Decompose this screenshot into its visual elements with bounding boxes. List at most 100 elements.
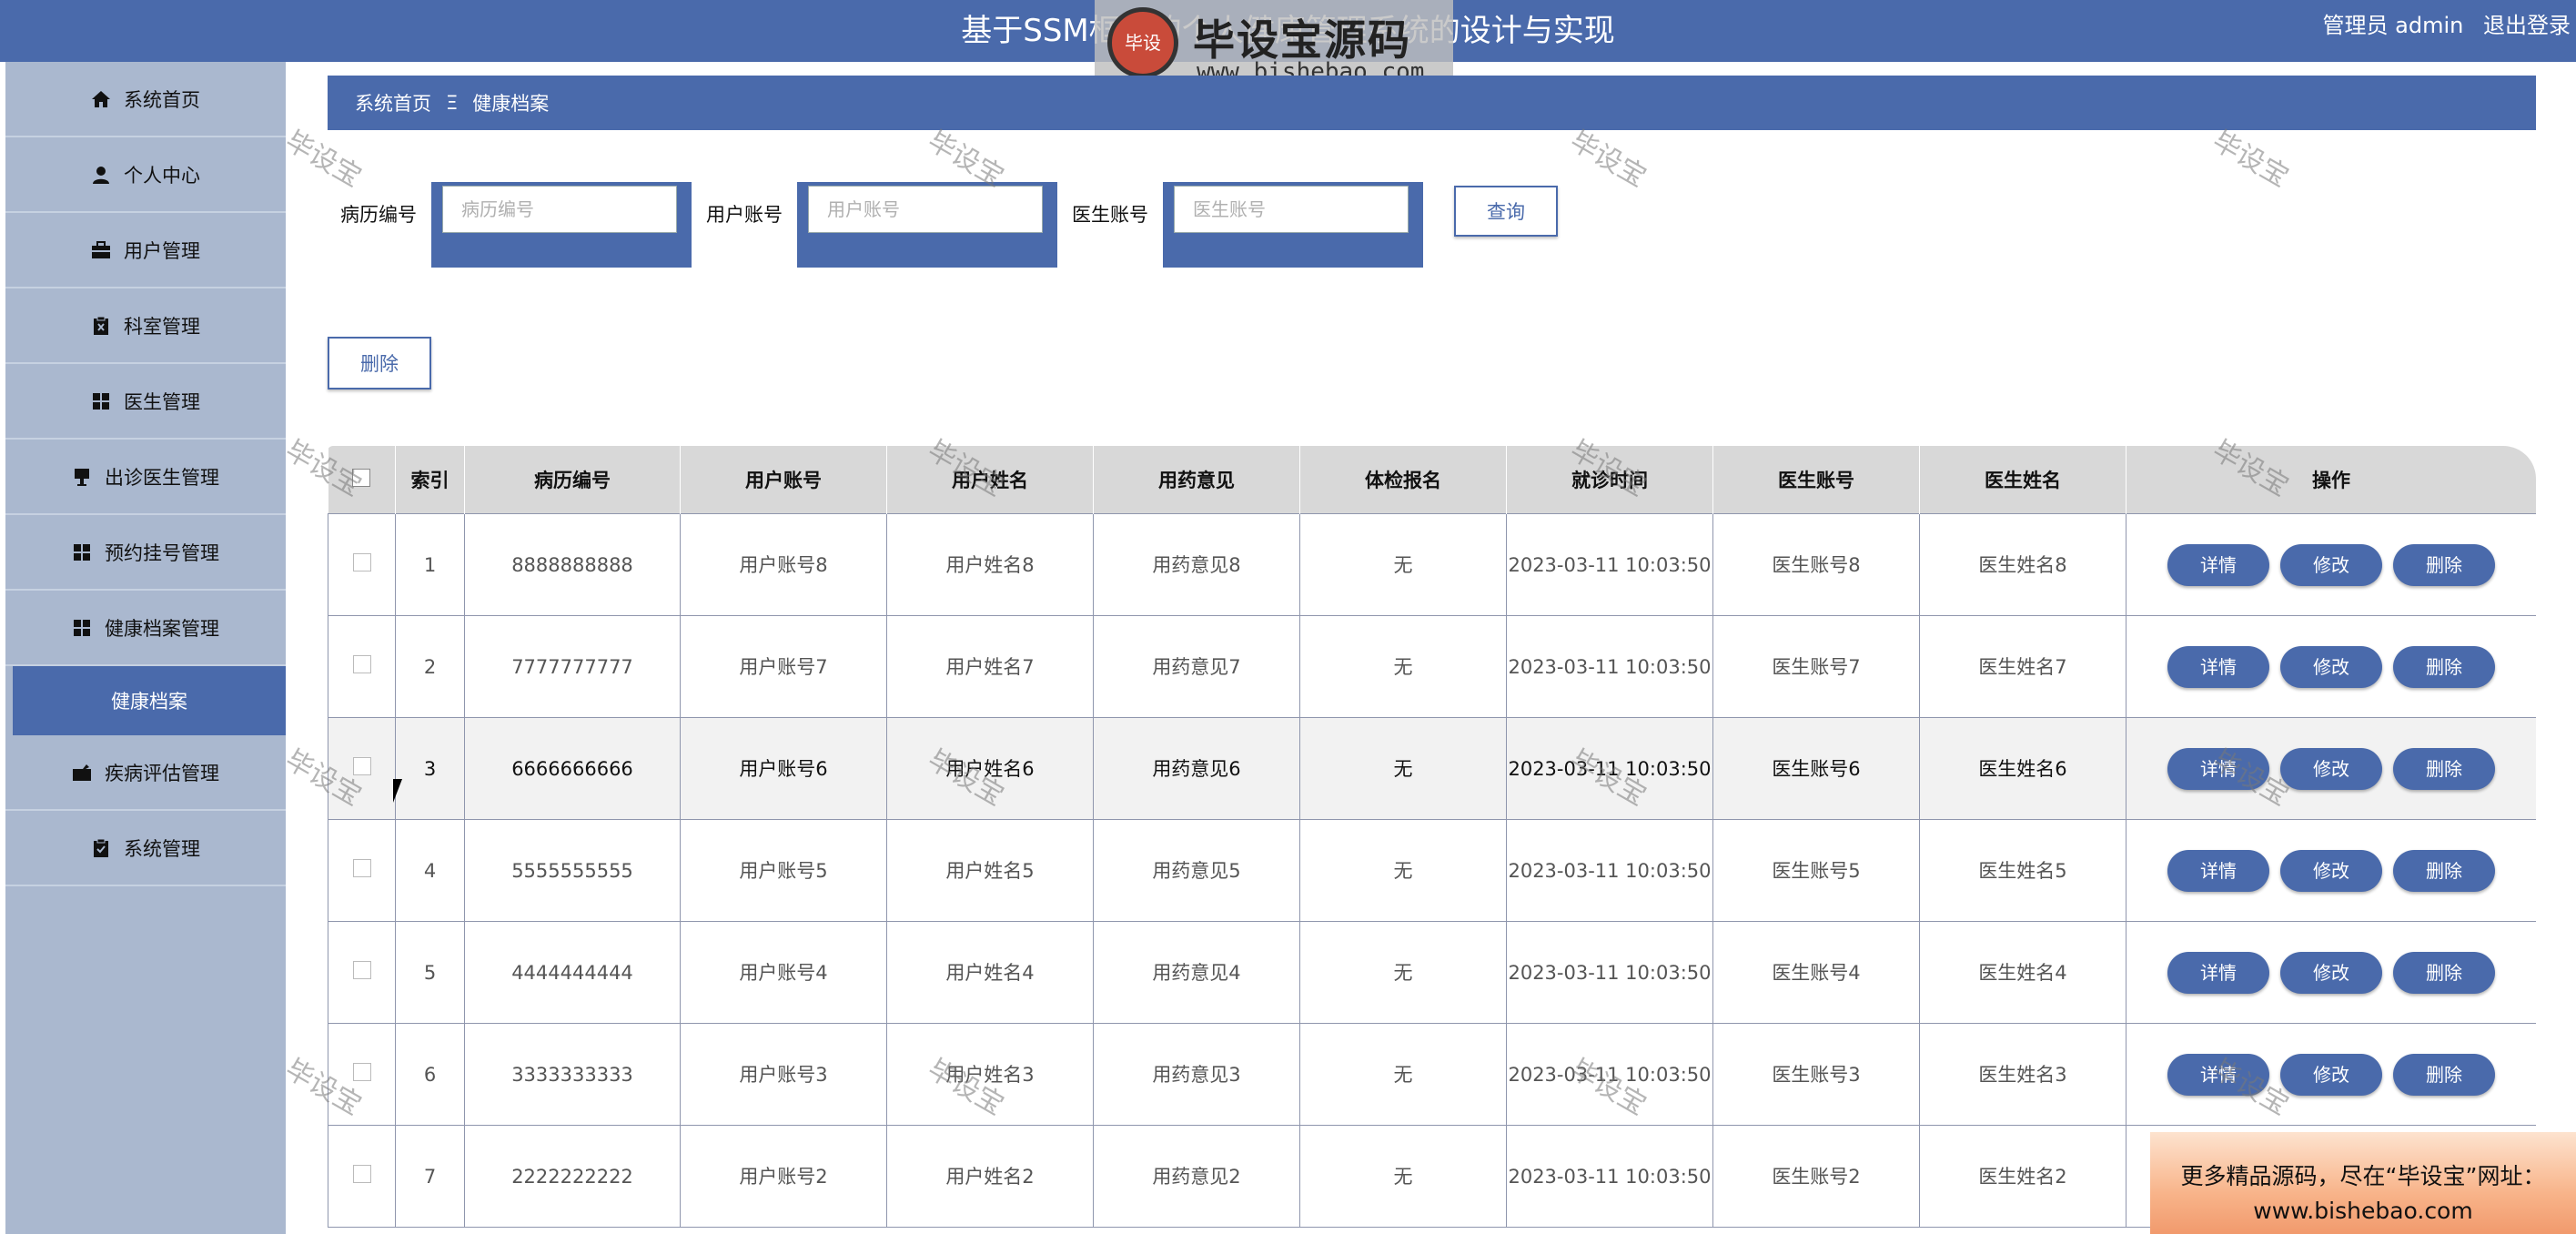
sidebar-item-profile[interactable]: 个人中心 <box>5 137 286 213</box>
sidebar-item-disease-assessment[interactable]: 疾病评估管理 <box>5 735 286 811</box>
row-checkbox[interactable] <box>352 1062 371 1081</box>
row-select-cell <box>328 513 396 616</box>
sidebar-item-label: 健康档案 <box>111 691 187 713</box>
detail-button[interactable]: 详情 <box>2167 849 2269 892</box>
cell-operations: 详情修改删除 <box>2126 513 2536 616</box>
query-button[interactable]: 查询 <box>1454 186 1558 237</box>
doctor-account-label: 医生账号 <box>1072 204 1148 226</box>
cell-doctor-name: 医生姓名5 <box>1919 819 2126 922</box>
cell-time: 2023-03-11 10:03:50 <box>1506 513 1713 616</box>
monitor-icon <box>72 467 92 487</box>
table-row: 1 8888888888 用户账号8 用户姓名8 用药意见8 无 2023-03-11 10… <box>328 513 2536 616</box>
edit-button[interactable]: 修改 <box>2280 645 2382 688</box>
cell-time: 2023-03-11 10:03:50 <box>1506 921 1713 1024</box>
logout-link[interactable]: 退出登录 <box>2483 13 2571 38</box>
edit-button[interactable]: 修改 <box>2280 849 2382 892</box>
sidebar-item-departments[interactable]: 科室管理 <box>5 288 286 364</box>
edit-button[interactable]: 修改 <box>2280 747 2382 790</box>
row-checkbox[interactable] <box>352 552 371 571</box>
cell-time: 2023-03-11 10:03:50 <box>1506 819 1713 922</box>
mouse-cursor-icon <box>393 779 411 803</box>
detail-button[interactable]: 详情 <box>2167 747 2269 790</box>
briefcase-icon <box>91 240 111 260</box>
case-no-input[interactable] <box>442 186 677 233</box>
column-header: 体检报名 <box>1299 446 1507 514</box>
row-checkbox[interactable] <box>352 858 371 877</box>
breadcrumb-separator-icon: Ξ <box>446 92 459 114</box>
delete-row-button[interactable]: 删除 <box>2393 747 2495 790</box>
cell-report: 无 <box>1299 513 1507 616</box>
cell-doctor-name: 医生姓名4 <box>1919 921 2126 1024</box>
cell-report: 无 <box>1299 819 1507 922</box>
cell-user-name: 用户姓名8 <box>886 513 1094 616</box>
cell-index: 1 <box>395 513 465 616</box>
cell-medication: 用药意见3 <box>1093 1023 1300 1126</box>
search-form: 病历编号 用户账号 医生账号 查询 <box>340 182 1558 268</box>
cell-doctor-account: 医生账号3 <box>1712 1023 1920 1126</box>
delete-row-button[interactable]: 删除 <box>2393 645 2495 688</box>
cell-medication: 用药意见2 <box>1093 1125 1300 1228</box>
cell-doctor-name: 医生姓名7 <box>1919 615 2126 718</box>
row-checkbox[interactable] <box>352 1164 371 1183</box>
delete-row-button[interactable]: 删除 <box>2393 951 2495 994</box>
cell-time: 2023-03-11 10:03:50 <box>1506 717 1713 820</box>
edit-button[interactable]: 修改 <box>2280 951 2382 994</box>
promo-banner[interactable]: 更多精品源码，尽在“毕设宝”网址： www.bishebao.com <box>2150 1132 2576 1234</box>
column-header: 病历编号 <box>464 446 681 514</box>
cell-case-no: 7777777777 <box>464 615 681 718</box>
table-row: 2 7777777777 用户账号7 用户姓名7 用药意见7 无 2023-03-11 10… <box>328 615 2536 718</box>
cell-user-name: 用户姓名3 <box>886 1023 1094 1126</box>
cell-doctor-name: 医生姓名2 <box>1919 1125 2126 1228</box>
table-header-row: 索引 病历编号 用户账号 用户姓名 用药意见 体检报名 就诊时间 医生账号 医生… <box>328 446 2536 514</box>
sidebar-item-label: 健康档案管理 <box>105 617 219 640</box>
cell-user-name: 用户姓名5 <box>886 819 1094 922</box>
cell-user-name: 用户姓名4 <box>886 921 1094 1024</box>
cell-index: 7 <box>395 1125 465 1228</box>
person-icon <box>91 165 111 185</box>
row-checkbox[interactable] <box>352 756 371 775</box>
delete-row-button[interactable]: 删除 <box>2393 1053 2495 1096</box>
sidebar-item-label: 预约挂号管理 <box>105 541 219 564</box>
edit-button[interactable]: 修改 <box>2280 1053 2382 1096</box>
admin-user-label[interactable]: 管理员 admin <box>2323 13 2464 38</box>
row-checkbox[interactable] <box>352 960 371 979</box>
doctor-account-input[interactable] <box>1174 186 1409 233</box>
user-account-input[interactable] <box>808 186 1043 233</box>
breadcrumb-home[interactable]: 系统首页 <box>355 89 431 116</box>
sidebar-item-visiting-doctors[interactable]: 出诊医生管理 <box>5 440 286 515</box>
user-account-box <box>797 182 1057 268</box>
cell-report: 无 <box>1299 921 1507 1024</box>
edit-button[interactable]: 修改 <box>2280 543 2382 586</box>
case-no-label: 病历编号 <box>340 204 417 226</box>
sidebar-item-appointments[interactable]: 预约挂号管理 <box>5 515 286 591</box>
sidebar-item-home[interactable]: 系统首页 <box>5 62 286 137</box>
row-checkbox[interactable] <box>352 654 371 673</box>
cell-doctor-name: 医生姓名8 <box>1919 513 2126 616</box>
detail-button[interactable]: 详情 <box>2167 645 2269 688</box>
cell-user-account: 用户账号7 <box>680 615 887 718</box>
cell-doctor-account: 医生账号4 <box>1712 921 1920 1024</box>
breadcrumb: 系统首页 Ξ 健康档案 <box>328 76 2536 130</box>
column-header: 操作 <box>2126 446 2536 514</box>
cell-doctor-account: 医生账号6 <box>1712 717 1920 820</box>
cell-case-no: 3333333333 <box>464 1023 681 1126</box>
detail-button[interactable]: 详情 <box>2167 951 2269 994</box>
row-select-cell <box>328 615 396 718</box>
select-all-checkbox[interactable] <box>352 468 371 487</box>
batch-delete-button[interactable]: 删除 <box>328 337 431 389</box>
sidebar: 系统首页 个人中心 用户管理 科室管理 医生管理 出诊医生管理 预约挂号管理 健… <box>5 62 286 1234</box>
cell-user-account: 用户账号5 <box>680 819 887 922</box>
delete-row-button[interactable]: 删除 <box>2393 849 2495 892</box>
delete-row-button[interactable]: 删除 <box>2393 543 2495 586</box>
row-select-cell <box>328 921 396 1024</box>
sidebar-item-health-records[interactable]: 健康档案 <box>13 666 286 735</box>
grid-icon <box>72 618 92 638</box>
row-select-cell <box>328 1125 396 1228</box>
detail-button[interactable]: 详情 <box>2167 1053 2269 1096</box>
sidebar-item-users[interactable]: 用户管理 <box>5 213 286 288</box>
sidebar-item-system[interactable]: 系统管理 <box>5 811 286 886</box>
sidebar-item-doctors[interactable]: 医生管理 <box>5 364 286 440</box>
sidebar-item-health-records-management[interactable]: 健康档案管理 <box>5 591 286 666</box>
sidebar-item-label: 系统管理 <box>124 837 200 860</box>
detail-button[interactable]: 详情 <box>2167 543 2269 586</box>
